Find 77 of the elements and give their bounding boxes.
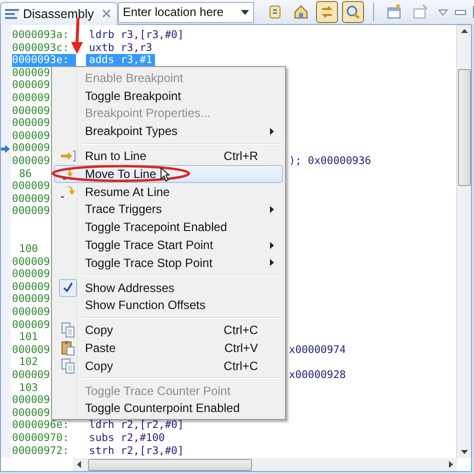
- address-text: 00000970:: [12, 432, 70, 445]
- address-text: 000009: [12, 205, 50, 218]
- address-text: 000009: [12, 66, 50, 80]
- copy-icon: [61, 322, 75, 338]
- dropdown-arrow-icon[interactable]: [240, 10, 249, 14]
- address-text: 000009: [12, 306, 50, 319]
- address-text: 000009: [12, 142, 50, 155]
- copy-icon: [61, 358, 75, 374]
- link-icon[interactable]: [316, 1, 338, 23]
- scroll-thumb[interactable]: [458, 69, 471, 186]
- address-text: 000009: [12, 79, 50, 92]
- mouse-pointer-icon: [160, 167, 170, 182]
- menu-item[interactable]: Toggle Trace Start Point: [54, 236, 283, 254]
- menu-item[interactable]: Show Addresses: [54, 278, 283, 297]
- line-number: 86: [18, 168, 32, 180]
- arrow-icon: [60, 150, 76, 162]
- instruction-text: x00000974: [288, 344, 347, 356]
- address-text: 000009: [12, 104, 50, 118]
- location-field[interactable]: Enter location here: [118, 2, 254, 22]
- instruction-text: ); 0x00000936: [288, 154, 372, 168]
- address-text: 0000096e:: [12, 419, 70, 432]
- address-text: 000009: [12, 406, 50, 420]
- address-text: 000009: [12, 117, 50, 130]
- menu-item[interactable]: Trace Triggers: [54, 200, 283, 218]
- address-text: 00000972:: [12, 444, 70, 458]
- address-text: 0000093e:: [12, 54, 76, 67]
- instruction-text: ldrh r2,[r2,#0]: [88, 419, 185, 432]
- scroll-right-icon[interactable]: [449, 461, 453, 468]
- instruction-text: subs r2,#100: [88, 432, 166, 445]
- address-text: 0000093c:: [12, 42, 70, 54]
- menu-item[interactable]: Resume At Line: [54, 182, 283, 201]
- view-tab[interactable]: Disassembly: [0, 2, 118, 24]
- menu-item[interactable]: Breakpoint Types: [54, 122, 283, 140]
- menu-item[interactable]: Toggle Tracepoint Enabled: [54, 218, 283, 236]
- horizontal-scrollbar[interactable]: [73, 458, 457, 471]
- menu-item[interactable]: Show Function Offsets: [54, 296, 283, 314]
- instruction-text: ldrb r3,[r3,#0]: [88, 29, 185, 42]
- minimize-icon[interactable]: [454, 10, 466, 14]
- instruction-text: x00000928: [288, 369, 347, 382]
- instruction-text: adds r3,#1: [86, 54, 156, 67]
- menu-item[interactable]: Paste Ctrl+V: [54, 339, 283, 357]
- scroll-down-icon[interactable]: [460, 450, 468, 454]
- menu-item[interactable]: Toggle Counterpoint Enabled: [54, 400, 283, 418]
- line-number: 103: [18, 382, 38, 394]
- address-text: 000009: [12, 256, 50, 268]
- menu-item[interactable]: Copy Ctrl+C: [54, 356, 283, 375]
- address-text: 000009: [12, 180, 50, 193]
- view-menu-icon[interactable]: [438, 8, 448, 16]
- address-text: 000009: [12, 318, 50, 332]
- menu-item[interactable]: Toggle Breakpoint: [54, 86, 283, 105]
- address-text: 000009: [12, 268, 50, 281]
- menu-item[interactable]: Copy Ctrl+C: [54, 321, 283, 340]
- address-text: 000009: [12, 293, 50, 306]
- jump-arrow-icon: [60, 184, 76, 199]
- instruction-text: uxtb r3,r3: [88, 42, 154, 54]
- scroll-up-icon[interactable]: [460, 29, 468, 33]
- scroll-thumb[interactable]: [88, 459, 252, 471]
- line-number: 102: [18, 356, 38, 370]
- address-text: 000009: [12, 344, 50, 356]
- paste-icon: [61, 340, 75, 356]
- scroll-left-icon[interactable]: [77, 461, 81, 468]
- address-text: 000009: [12, 280, 50, 294]
- vertical-scrollbar[interactable]: [456, 25, 471, 458]
- address-text: 000009: [12, 394, 50, 407]
- address-text: 000009: [12, 130, 50, 142]
- line-number: 101: [18, 331, 38, 344]
- menu-item[interactable]: Run to Line Ctrl+R: [54, 147, 283, 165]
- instruction-text: strh r2,[r3,#0]: [88, 444, 185, 458]
- close-icon[interactable]: [102, 9, 111, 18]
- address-text: 0000093a:: [12, 29, 70, 42]
- menu-item[interactable]: Toggle Trace Stop Point: [54, 254, 283, 272]
- address-text: 000009: [12, 92, 50, 105]
- list-icon: [5, 8, 19, 18]
- line-number: 100: [18, 243, 38, 256]
- address-text: 000009: [12, 192, 50, 206]
- address-text: 000009: [12, 154, 50, 168]
- address-text: 000009: [12, 369, 50, 382]
